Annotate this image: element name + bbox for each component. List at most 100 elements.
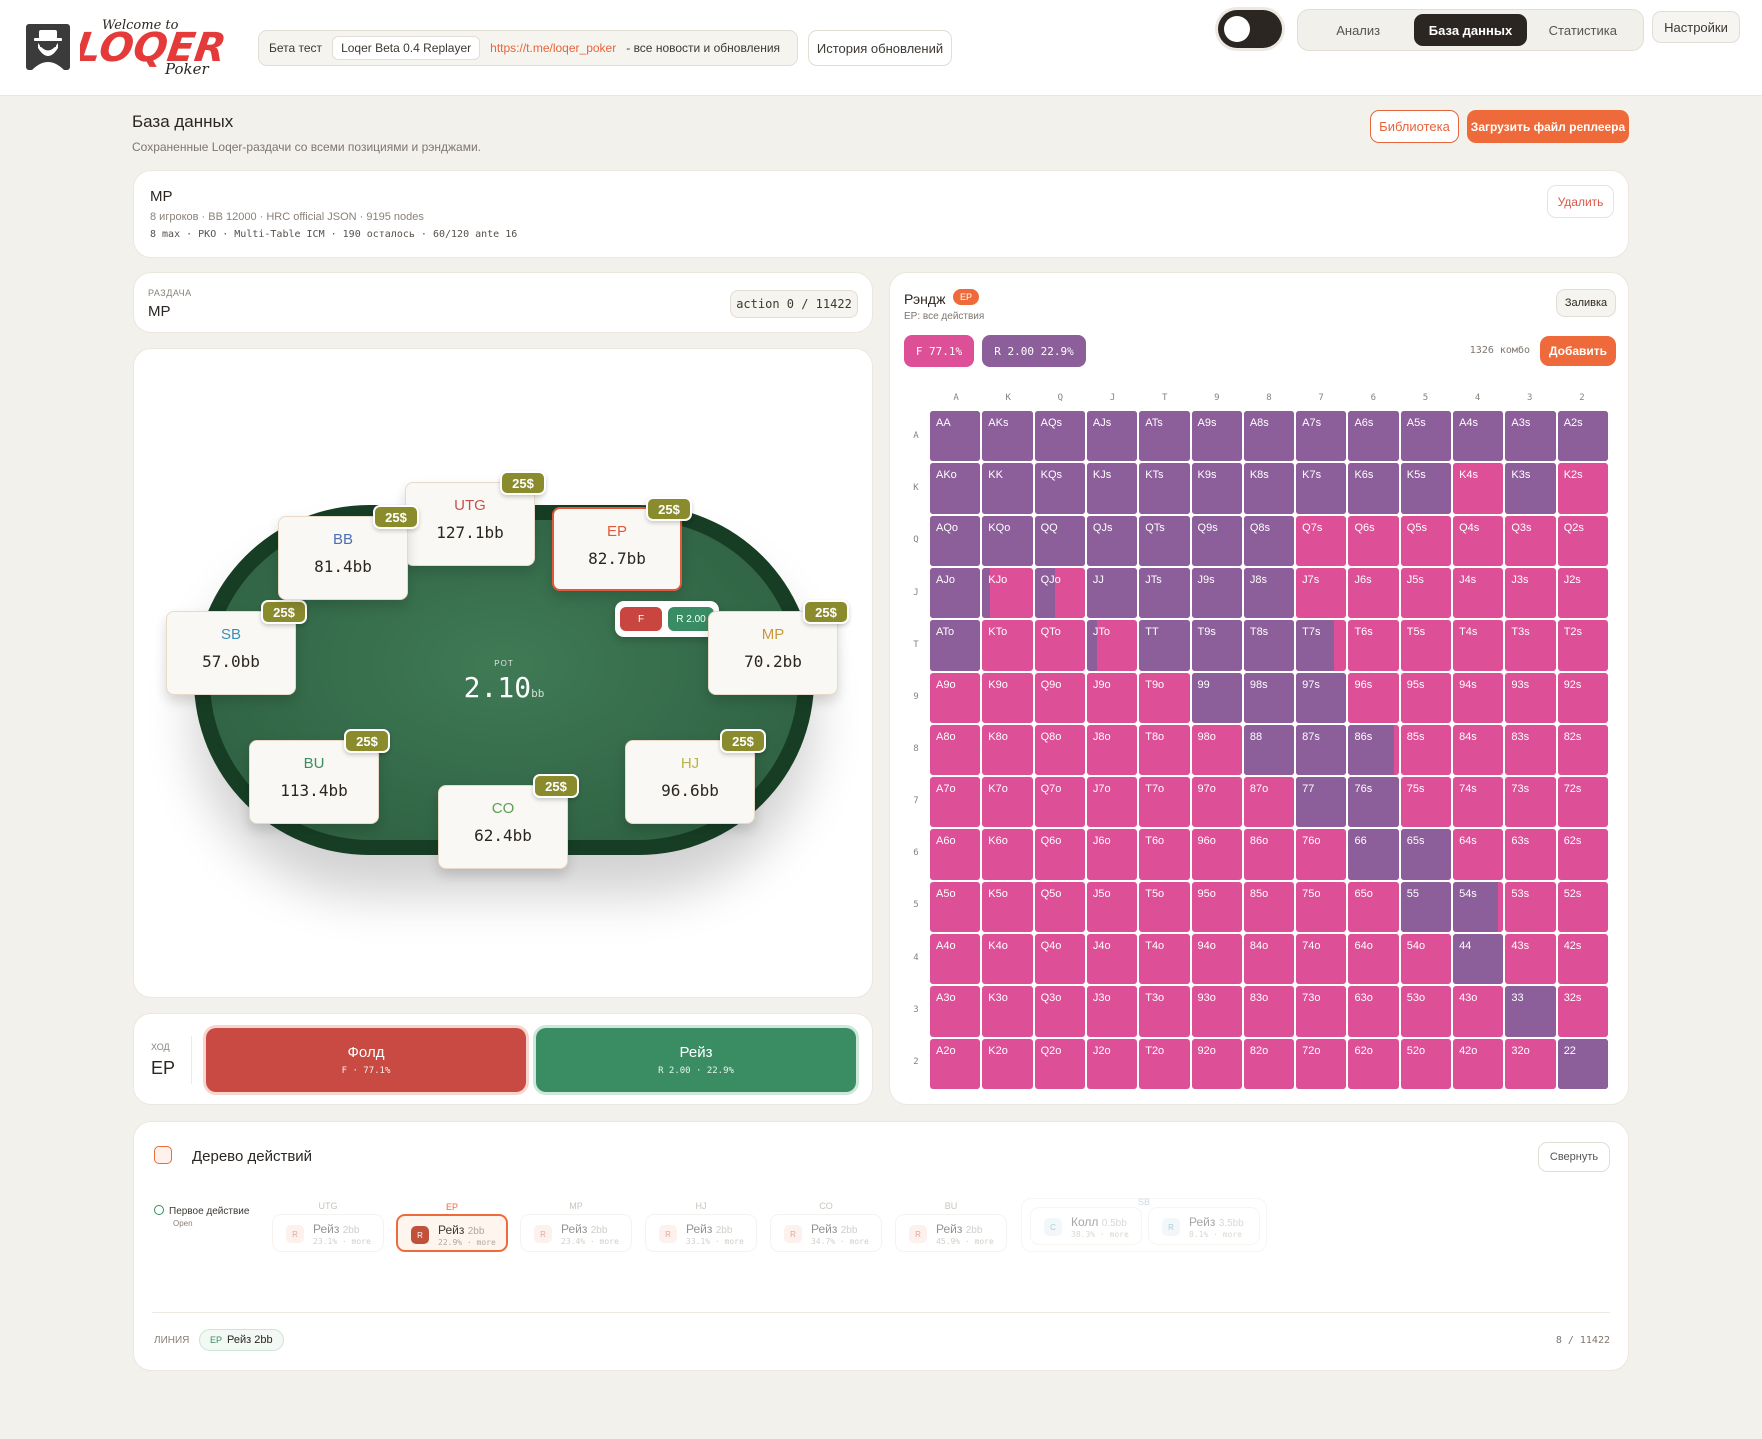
range-cell-t4s[interactable]: T4s	[1453, 620, 1504, 671]
range-cell-88[interactable]: 88	[1243, 724, 1295, 776]
range-cell-ako[interactable]: AKo	[930, 463, 981, 514]
range-cell-96o[interactable]: 96o	[1191, 829, 1242, 880]
settings-button[interactable]: Настройки	[1652, 11, 1740, 43]
range-cell-75s[interactable]: 75s	[1400, 777, 1452, 828]
range-cell-j2s[interactable]: J2s	[1557, 567, 1608, 619]
range-cell-83s[interactable]: 83s	[1505, 724, 1556, 776]
range-cell-qq[interactable]: QQ	[1034, 515, 1085, 566]
range-cell-a6o[interactable]: A6o	[930, 829, 981, 880]
range-cell-55[interactable]: 55	[1400, 881, 1452, 933]
range-cell-99[interactable]: 99	[1191, 672, 1242, 723]
seat-co[interactable]: CO 62.4bb 25$	[438, 774, 579, 869]
collapse-button[interactable]: Свернуть	[1538, 1142, 1610, 1172]
range-cell-k6o[interactable]: K6o	[982, 829, 1033, 880]
range-cell-j4s[interactable]: J4s	[1453, 567, 1504, 619]
range-cell-63s[interactable]: 63s	[1505, 829, 1556, 880]
range-cell-q2s[interactable]: Q2s	[1557, 515, 1608, 566]
range-cell-j9o[interactable]: J9o	[1086, 672, 1138, 723]
range-cell-64s[interactable]: 64s	[1453, 829, 1504, 880]
range-cell-t5o[interactable]: T5o	[1139, 881, 1190, 933]
range-cell-82s[interactable]: 82s	[1557, 724, 1608, 776]
range-cell-q6s[interactable]: Q6s	[1348, 515, 1399, 566]
range-cell-qts[interactable]: QTs	[1139, 515, 1190, 566]
range-cell-73o[interactable]: 73o	[1296, 986, 1347, 1037]
range-cell-j3s[interactable]: J3s	[1505, 567, 1556, 619]
range-cell-93o[interactable]: 93o	[1191, 986, 1242, 1037]
fill-button[interactable]: Заливка	[1556, 289, 1616, 317]
range-cell-j5s[interactable]: J5s	[1400, 567, 1452, 619]
range-cell-a9o[interactable]: A9o	[930, 672, 981, 723]
range-cell-87o[interactable]: 87o	[1243, 777, 1295, 828]
range-cell-qjs[interactable]: QJs	[1086, 515, 1138, 566]
range-cell-t4o[interactable]: T4o	[1139, 934, 1190, 985]
range-cell-a3s[interactable]: A3s	[1505, 411, 1556, 462]
range-cell-j7s[interactable]: J7s	[1296, 567, 1347, 619]
range-cell-jj[interactable]: JJ	[1086, 567, 1138, 619]
range-cell-kk[interactable]: KK	[982, 463, 1033, 514]
range-cell-t7s[interactable]: T7s	[1296, 620, 1347, 671]
range-cell-t9s[interactable]: T9s	[1191, 620, 1242, 671]
range-cell-a8o[interactable]: A8o	[930, 724, 981, 776]
range-cell-a7o[interactable]: A7o	[930, 777, 981, 828]
range-cell-42s[interactable]: 42s	[1557, 934, 1608, 985]
range-cell-t9o[interactable]: T9o	[1139, 672, 1190, 723]
range-cell-a2o[interactable]: A2o	[930, 1038, 981, 1089]
range-cell-qjo[interactable]: QJo	[1034, 567, 1085, 619]
range-cell-q8s[interactable]: Q8s	[1243, 515, 1295, 566]
range-cell-j2o[interactable]: J2o	[1086, 1038, 1138, 1089]
range-cell-k6s[interactable]: K6s	[1348, 463, 1399, 514]
range-cell-jts[interactable]: JTs	[1139, 567, 1190, 619]
range-cell-k5o[interactable]: K5o	[982, 881, 1033, 933]
range-cell-ats[interactable]: ATs	[1139, 411, 1190, 462]
range-cell-kqo[interactable]: KQo	[982, 515, 1033, 566]
range-cell-j8s[interactable]: J8s	[1243, 567, 1295, 619]
range-cell-q5o[interactable]: Q5o	[1034, 881, 1085, 933]
range-cell-64o[interactable]: 64o	[1348, 934, 1399, 985]
range-cell-65o[interactable]: 65o	[1348, 881, 1399, 933]
range-cell-q9s[interactable]: Q9s	[1191, 515, 1242, 566]
range-cell-43o[interactable]: 43o	[1453, 986, 1504, 1037]
tree-node-mp[interactable]: MP R Рейз 2bb 23.4% · more	[520, 1201, 632, 1252]
range-cell-52s[interactable]: 52s	[1557, 881, 1608, 933]
range-cell-t3o[interactable]: T3o	[1139, 986, 1190, 1037]
range-cell-t2o[interactable]: T2o	[1139, 1038, 1190, 1089]
tree-node-sb-call[interactable]: C Колл 0.5bb 38.3% · more	[1030, 1207, 1142, 1245]
range-cell-j3o[interactable]: J3o	[1086, 986, 1138, 1037]
range-cell-t7o[interactable]: T7o	[1139, 777, 1190, 828]
range-cell-k7o[interactable]: K7o	[982, 777, 1033, 828]
range-cell-ajo[interactable]: AJo	[930, 567, 981, 619]
range-cell-85o[interactable]: 85o	[1243, 881, 1295, 933]
range-cell-k3o[interactable]: K3o	[982, 986, 1033, 1037]
range-cell-33[interactable]: 33	[1505, 986, 1556, 1037]
range-cell-86o[interactable]: 86o	[1243, 829, 1295, 880]
range-cell-53o[interactable]: 53o	[1400, 986, 1452, 1037]
seat-sb[interactable]: SB 57.0bb 25$	[166, 600, 307, 695]
range-cell-65s[interactable]: 65s	[1400, 829, 1452, 880]
range-cell-aqs[interactable]: AQs	[1034, 411, 1085, 462]
range-cell-74o[interactable]: 74o	[1296, 934, 1347, 985]
range-cell-q4o[interactable]: Q4o	[1034, 934, 1085, 985]
range-cell-a2s[interactable]: A2s	[1557, 411, 1608, 462]
range-cell-72o[interactable]: 72o	[1296, 1038, 1347, 1089]
range-cell-kto[interactable]: KTo	[982, 620, 1033, 671]
first-action-node[interactable]: Первое действие	[154, 1205, 249, 1217]
range-cell-85s[interactable]: 85s	[1400, 724, 1452, 776]
range-cell-94s[interactable]: 94s	[1453, 672, 1504, 723]
range-cell-t5s[interactable]: T5s	[1400, 620, 1452, 671]
range-cell-jto[interactable]: JTo	[1086, 620, 1138, 671]
tree-node-hj[interactable]: HJ R Рейз 2bb 33.1% · more	[645, 1201, 757, 1252]
seat-bu[interactable]: BU 113.4bb 25$	[249, 729, 390, 824]
range-cell-t3s[interactable]: T3s	[1505, 620, 1556, 671]
range-cell-kjs[interactable]: KJs	[1086, 463, 1138, 514]
range-cell-j8o[interactable]: J8o	[1086, 724, 1138, 776]
tab-database[interactable]: База данных	[1414, 14, 1527, 46]
range-cell-q2o[interactable]: Q2o	[1034, 1038, 1085, 1089]
range-cell-j9s[interactable]: J9s	[1191, 567, 1242, 619]
range-cell-42o[interactable]: 42o	[1453, 1038, 1504, 1089]
range-cell-j5o[interactable]: J5o	[1086, 881, 1138, 933]
tree-node-utg[interactable]: UTG R Рейз 2bb 23.1% · more	[272, 1201, 384, 1252]
range-cell-k8s[interactable]: K8s	[1243, 463, 1295, 514]
seat-fold-option[interactable]: F	[620, 607, 662, 631]
range-cell-a6s[interactable]: A6s	[1348, 411, 1399, 462]
range-cell-kqs[interactable]: KQs	[1034, 463, 1085, 514]
